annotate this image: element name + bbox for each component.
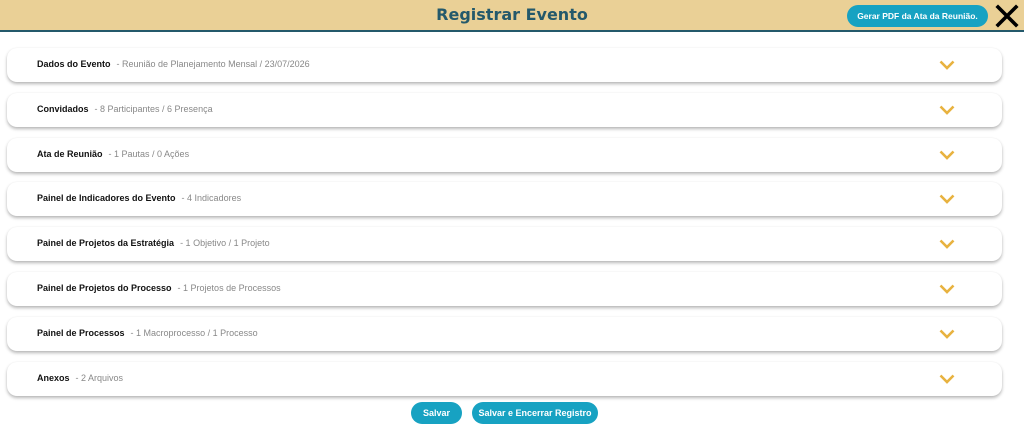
chevron-down-icon[interactable] (939, 60, 955, 70)
accordion-title: Painel de Projetos do Processo (37, 282, 172, 293)
accordion-title: Convidados (37, 103, 89, 114)
chevron-down-icon[interactable] (939, 284, 955, 294)
accordion-subtitle: - 8 Participantes / 6 Presença (94, 103, 213, 114)
accordion-title: Ata de Reunião (37, 148, 103, 159)
chevron-down-icon[interactable] (939, 374, 955, 384)
chevron-down-icon[interactable] (939, 239, 955, 250)
accordion-title: Painel de Processos (37, 327, 125, 338)
dialog-header: Registrar Evento Gerar PDF da Ata da Reu… (0, 0, 1024, 32)
accordion-list: Dados do Evento - Reunião de Planejamento… (7, 48, 1002, 406)
accordion-subtitle: - 2 Arquivos (75, 372, 124, 383)
accordion-painel-projetos-estrategia[interactable]: Painel de Projetos da Estratégia - 1 Obje… (7, 227, 1002, 262)
accordion-painel-indicadores[interactable]: Painel de Indicadores do Evento - 4 Indic… (7, 182, 1002, 217)
chevron-down-icon[interactable] (939, 105, 955, 115)
accordion-title: Painel de Projetos da Estratégia (37, 238, 175, 249)
accordion-subtitle: - 1 Macroprocesso / 1 Processo (130, 327, 258, 338)
accordion-ata-de-reuniao[interactable]: Ata de Reunião - 1 Pautas / 0 Ações (7, 137, 1002, 172)
close-icon[interactable] (995, 4, 1019, 28)
accordion-title: Dados do Evento (37, 59, 111, 69)
accordion-subtitle: - 1 Pautas / 0 Ações (108, 148, 190, 159)
accordion-anexos[interactable]: Anexos - 2 Arquivos (7, 361, 1002, 396)
accordion-subtitle: - 1 Objetivo / 1 Projeto (180, 238, 270, 249)
chevron-down-icon[interactable] (939, 150, 955, 160)
accordion-title: Anexos (37, 372, 70, 383)
save-button[interactable]: Salvar (411, 402, 462, 424)
accordion-convidados[interactable]: Convidados - 8 Participantes / 6 Presença (7, 92, 1002, 127)
generate-pdf-button[interactable]: Gerar PDF da Ata da Reunião. (847, 5, 988, 27)
accordion-subtitle: - Reunião de Planejamento Mensal / 23/07… (116, 59, 310, 69)
accordion-dados-do-evento[interactable]: Dados do Evento - Reunião de Planejamento… (7, 48, 1002, 82)
accordion-painel-processos[interactable]: Painel de Processos - 1 Macroprocesso / 1… (7, 316, 1002, 351)
accordion-subtitle: - 4 Indicadores (181, 193, 242, 204)
chevron-down-icon[interactable] (939, 194, 955, 205)
accordion-title: Painel de Indicadores do Evento (37, 193, 176, 204)
accordion-subtitle: - 1 Projetos de Processos (177, 282, 281, 293)
accordion-painel-projetos-processo[interactable]: Painel de Projetos do Processo - 1 Projet… (7, 271, 1002, 306)
chevron-down-icon[interactable] (939, 329, 955, 339)
save-and-close-button[interactable]: Salvar e Encerrar Registro (472, 402, 598, 424)
